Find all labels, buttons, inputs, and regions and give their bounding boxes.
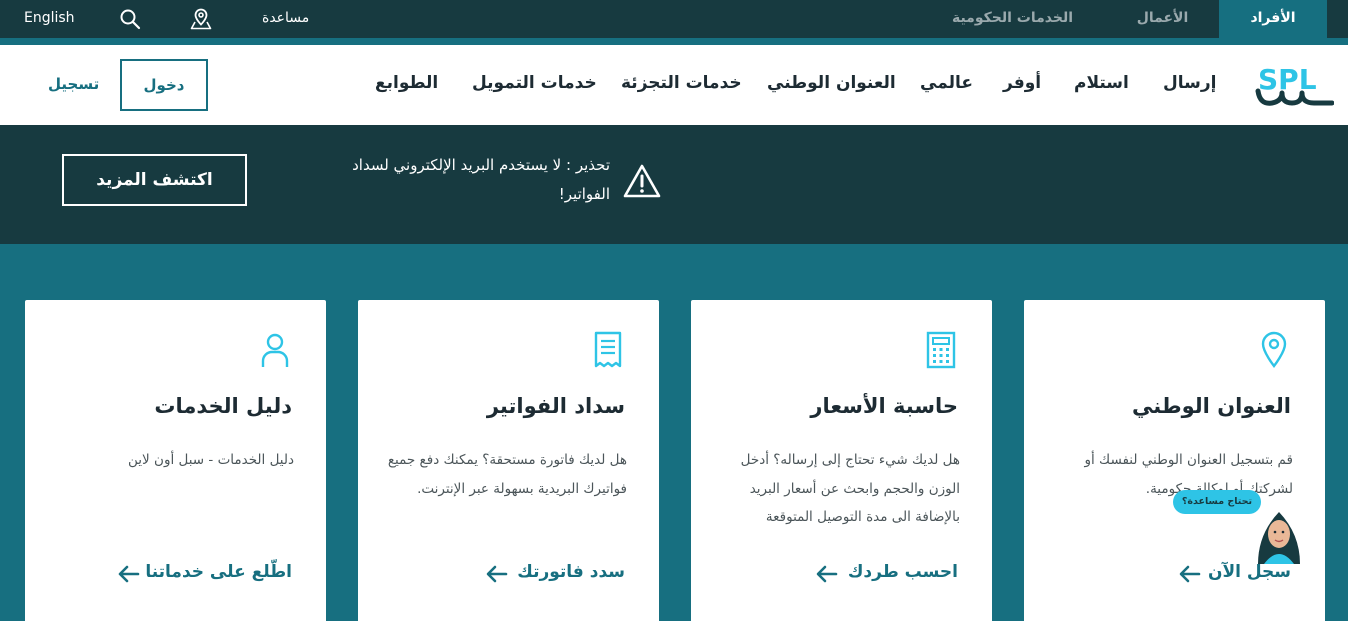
search-icon[interactable] [118, 7, 142, 31]
view-services-link[interactable]: اطّلع على خدماتنا [145, 562, 292, 582]
arrow-left-icon[interactable] [118, 565, 140, 583]
arrow-left-icon[interactable] [816, 565, 838, 583]
spl-logo[interactable]: SPL [1254, 61, 1334, 111]
card-national-address: العنوان الوطني قم بتسجيل العنوان الوطني … [1024, 300, 1325, 621]
warning-banner: تحذير : لا يستخدم البريد الإلكتروني لسدا… [0, 125, 1348, 244]
card-title: حاسبة الأسعار [810, 394, 958, 418]
assistant-avatar[interactable] [1248, 504, 1310, 566]
nav-global[interactable]: عالمي [920, 73, 973, 93]
calculator-icon [926, 331, 956, 369]
card-title: سداد الفواتير [486, 394, 625, 418]
card-description: هل لديك فاتورة مستحقة؟ يمكنك دفع جميع فو… [387, 452, 627, 497]
card-description: هل لديك شيء تحتاج إلى إرساله؟ أدخل الوزن… [740, 452, 960, 525]
language-switch[interactable]: English [24, 0, 75, 38]
main-header: SPL إرسال استلام أوفر عالمي العنوان الوط… [0, 45, 1348, 125]
segment-individuals[interactable]: الأفراد [1219, 0, 1327, 38]
nav-send[interactable]: إرسال [1163, 73, 1216, 93]
receipt-icon [594, 331, 622, 368]
top-utility-bar: English مساعدة الخدمات الحكومية الأعمال … [0, 0, 1348, 38]
card-title: العنوان الوطني [1132, 394, 1291, 418]
login-button[interactable]: دخول [120, 59, 208, 111]
location-pin-icon [1261, 331, 1287, 368]
card-price-calculator: حاسبة الأسعار هل لديك شيء تحتاج إلى إرسا… [691, 300, 992, 621]
nav-receive[interactable]: استلام [1074, 73, 1129, 93]
nav-finance-services[interactable]: خدمات التمويل [472, 73, 597, 93]
warning-text: تحذير : لا يستخدم البريد الإلكتروني لسدا… [352, 156, 610, 203]
card-description: دليل الخدمات - سبل أون لاين [128, 452, 294, 468]
location-map-icon[interactable] [189, 7, 213, 31]
segment-business[interactable]: الأعمال [1110, 0, 1215, 38]
calculate-parcel-link[interactable]: احسب طردك [848, 562, 958, 582]
card-services-guide: دليل الخدمات دليل الخدمات - سبل أون لاين… [25, 300, 326, 621]
warning-triangle-icon [623, 164, 661, 198]
arrow-left-icon[interactable] [486, 565, 508, 583]
card-title: دليل الخدمات [154, 394, 292, 418]
register-link[interactable]: تسجيل [48, 75, 99, 93]
segment-government[interactable]: الخدمات الحكومية [930, 0, 1095, 38]
logo-text: SPL [1258, 63, 1317, 96]
user-icon [261, 333, 289, 367]
discover-more-button[interactable]: اكتشف المزيد [62, 154, 247, 206]
nav-retail-services[interactable]: خدمات التجزئة [621, 73, 742, 93]
arrow-left-icon[interactable] [1179, 565, 1201, 583]
nav-stamps[interactable]: الطوابع [375, 73, 438, 93]
nav-awfar[interactable]: أوفر [1003, 73, 1041, 93]
card-pay-bills: سداد الفواتير هل لديك فاتورة مستحقة؟ يمك… [358, 300, 659, 621]
help-link[interactable]: مساعدة [262, 0, 309, 38]
top-stripe [0, 38, 1348, 45]
pay-bill-link[interactable]: سدد فاتورتك [517, 562, 625, 582]
nav-national-address[interactable]: العنوان الوطني [767, 73, 896, 93]
